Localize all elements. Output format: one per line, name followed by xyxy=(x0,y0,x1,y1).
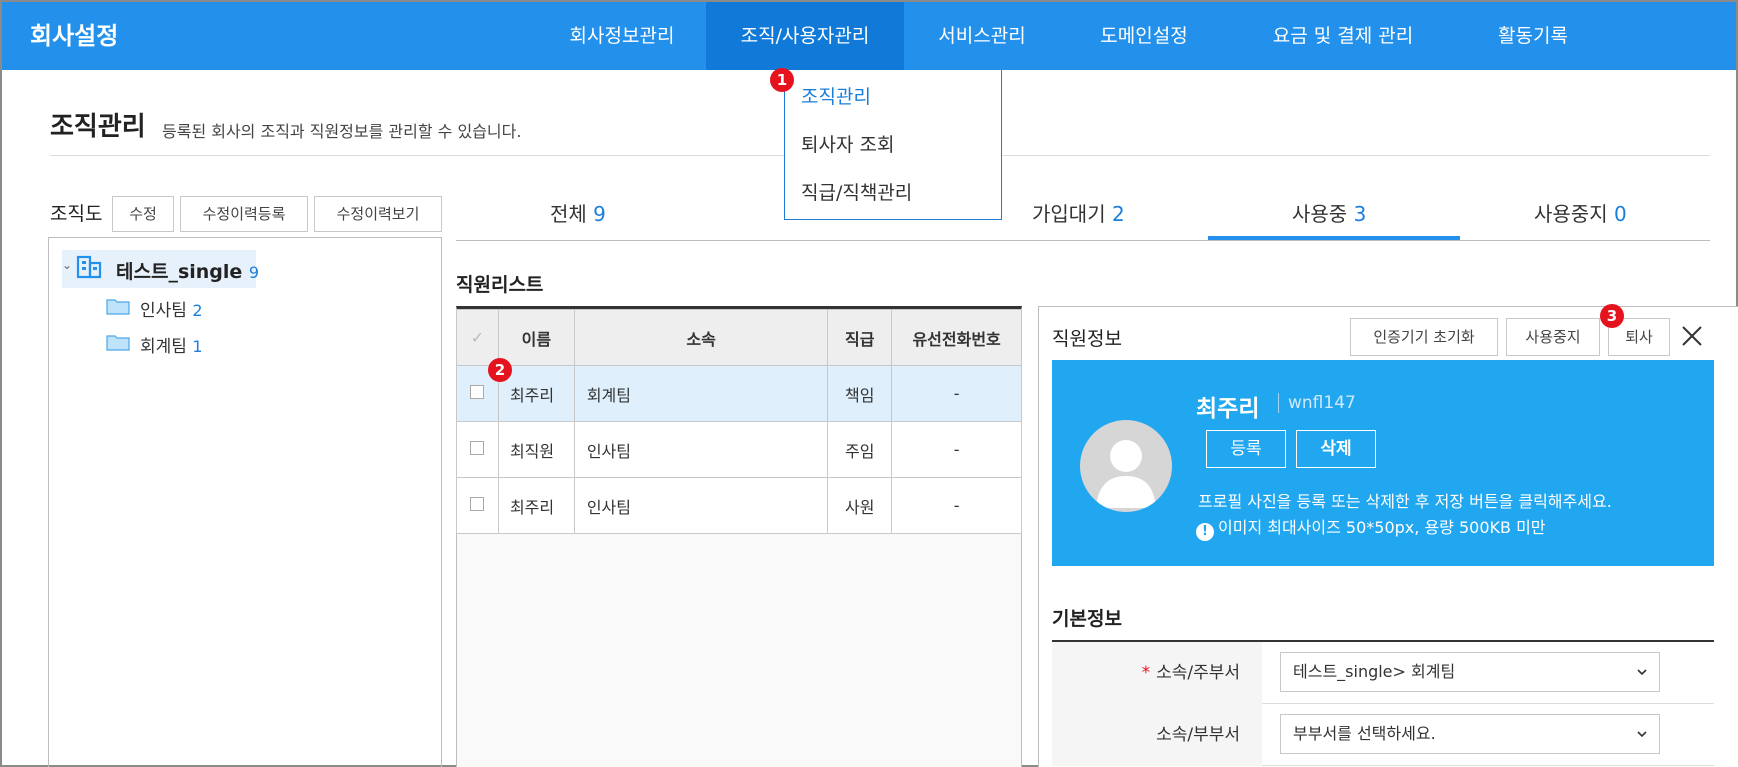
column-header-rank: 직급 xyxy=(827,309,893,366)
step-marker-2: 2 xyxy=(488,358,512,382)
primary-dept-select[interactable]: 테스트_single> 회계팀 xyxy=(1280,652,1660,692)
folder-icon xyxy=(106,335,130,351)
cell-dept: 인사팀 xyxy=(573,421,829,478)
cell-rank: 사원 xyxy=(827,477,893,534)
required-mark: * xyxy=(1141,663,1151,683)
page-description: 등록된 회사의 조직과 직원정보를 관리할 수 있습니다. xyxy=(162,122,522,141)
table-row[interactable]: 최직원 인사팀 주임 - xyxy=(456,421,1022,478)
photo-delete-button[interactable]: 삭제 xyxy=(1296,430,1376,468)
chevron-down-icon xyxy=(1637,669,1647,676)
select-all-checkbox[interactable]: ✓ xyxy=(456,309,499,366)
cell-rank: 책임 xyxy=(827,365,893,422)
folder-icon xyxy=(106,299,130,315)
photo-register-button[interactable]: 등록 xyxy=(1206,430,1286,468)
chevron-down-icon[interactable]: ⌄ xyxy=(62,258,72,272)
employee-table: ✓ 이름 소속 직급 유선전화번호 최주리 회계팀 책임 - 최직원 인사팀 주… xyxy=(456,309,1022,534)
cell-name: 최주리 xyxy=(497,477,575,534)
row-checkbox[interactable] xyxy=(470,385,485,399)
photo-help-text: 프로필 사진을 등록 또는 삭제한 후 저장 버튼을 클릭해주세요. xyxy=(1198,492,1612,511)
secondary-dept-label: 소속/부부서 xyxy=(1052,704,1262,766)
tab-active[interactable]: 사용중 3 xyxy=(1292,198,1366,227)
form-row-primary-dept: * 소속/주부서 테스트_single> 회계팀 xyxy=(1052,642,1714,704)
row-checkbox[interactable] xyxy=(470,441,485,455)
org-edit-button[interactable]: 수정 xyxy=(112,196,174,232)
tab-pending[interactable]: 가입대기 2 xyxy=(1032,198,1125,227)
nav-company-info[interactable]: 회사정보관리 xyxy=(552,2,692,70)
chevron-down-icon xyxy=(1637,731,1647,738)
org-user-dropdown: 조직관리 퇴사자 조회 직급/직책관리 xyxy=(784,70,1002,220)
top-nav-bar: 회사설정 회사정보관리 조직/사용자관리 서비스관리 도메인설정 요금 및 결제… xyxy=(2,2,1736,70)
tab-active-indicator xyxy=(1208,236,1460,240)
nav-domain[interactable]: 도메인설정 xyxy=(1074,2,1214,70)
org-chart-label: 조직도 xyxy=(50,203,103,225)
suspend-button[interactable]: 사용중지 xyxy=(1506,318,1600,356)
tree-item-hr[interactable]: 인사팀 2 xyxy=(140,296,203,321)
tab-all[interactable]: 전체 9 xyxy=(550,198,606,227)
basic-info-title: 기본정보 xyxy=(1052,608,1122,630)
nav-activity-log[interactable]: 활동기록 xyxy=(1468,2,1598,70)
cell-dept: 인사팀 xyxy=(573,477,829,534)
avatar xyxy=(1080,420,1172,512)
nav-service[interactable]: 서비스관리 xyxy=(922,2,1042,70)
org-tree-panel xyxy=(48,237,442,767)
column-header-dept: 소속 xyxy=(573,309,829,366)
cell-phone: - xyxy=(891,365,1022,422)
nav-billing[interactable]: 요금 및 결제 관리 xyxy=(1238,2,1448,70)
employee-detail-title: 직원정보 xyxy=(1052,328,1122,350)
app-title: 회사설정 xyxy=(30,22,119,50)
profile-separator xyxy=(1278,393,1279,413)
form-row-secondary-dept: 소속/부부서 부부서를 선택하세요. xyxy=(1052,704,1714,766)
org-history-register-button[interactable]: 수정이력등록 xyxy=(180,196,308,232)
primary-dept-label: * 소속/주부서 xyxy=(1052,642,1262,704)
employee-list-title: 직원리스트 xyxy=(456,274,544,296)
step-marker-1: 1 xyxy=(770,68,794,92)
reset-auth-device-button[interactable]: 인증기기 초기화 xyxy=(1350,318,1498,356)
profile-name: 최주리 xyxy=(1196,396,1260,422)
tree-root-label[interactable]: 테스트_single 9 xyxy=(116,257,259,284)
table-row[interactable]: 최주리 인사팀 사원 - xyxy=(456,477,1022,534)
dropdown-item-resigned-lookup[interactable]: 퇴사자 조회 xyxy=(801,130,894,157)
dropdown-item-org-management[interactable]: 조직관리 xyxy=(801,82,871,109)
cell-phone: - xyxy=(891,421,1022,478)
tabs-divider xyxy=(456,240,1710,241)
profile-user-id: wnfl147 xyxy=(1288,393,1356,413)
tree-root-count: 9 xyxy=(248,263,260,282)
table-row[interactable]: 최주리 회계팀 책임 - xyxy=(456,365,1022,422)
cell-phone: - xyxy=(891,477,1022,534)
photo-size-warning: ! 이미지 최대사이즈 50*50px, 용량 500KB 미만 xyxy=(1196,514,1546,541)
page-title: 조직관리 xyxy=(50,112,146,142)
tab-suspended[interactable]: 사용중지 0 xyxy=(1534,198,1627,227)
user-silhouette-icon xyxy=(1096,440,1156,508)
building-icon xyxy=(76,255,102,279)
info-icon: ! xyxy=(1196,523,1214,541)
org-history-view-button[interactable]: 수정이력보기 xyxy=(314,196,442,232)
cell-dept: 회계팀 xyxy=(573,365,829,422)
column-header-phone: 유선전화번호 xyxy=(891,309,1022,366)
row-checkbox[interactable] xyxy=(470,497,485,511)
close-icon[interactable] xyxy=(1680,324,1704,348)
dropdown-item-rank-management[interactable]: 직급/직책관리 xyxy=(801,178,912,205)
nav-org-user[interactable]: 조직/사용자관리 xyxy=(706,2,904,70)
secondary-dept-select[interactable]: 부부서를 선택하세요. xyxy=(1280,714,1660,754)
step-marker-3: 3 xyxy=(1600,304,1624,328)
cell-rank: 주임 xyxy=(827,421,893,478)
cell-name: 최직원 xyxy=(497,421,575,478)
column-header-name: 이름 xyxy=(497,309,575,366)
tree-item-accounting[interactable]: 회계팀 1 xyxy=(140,332,203,357)
